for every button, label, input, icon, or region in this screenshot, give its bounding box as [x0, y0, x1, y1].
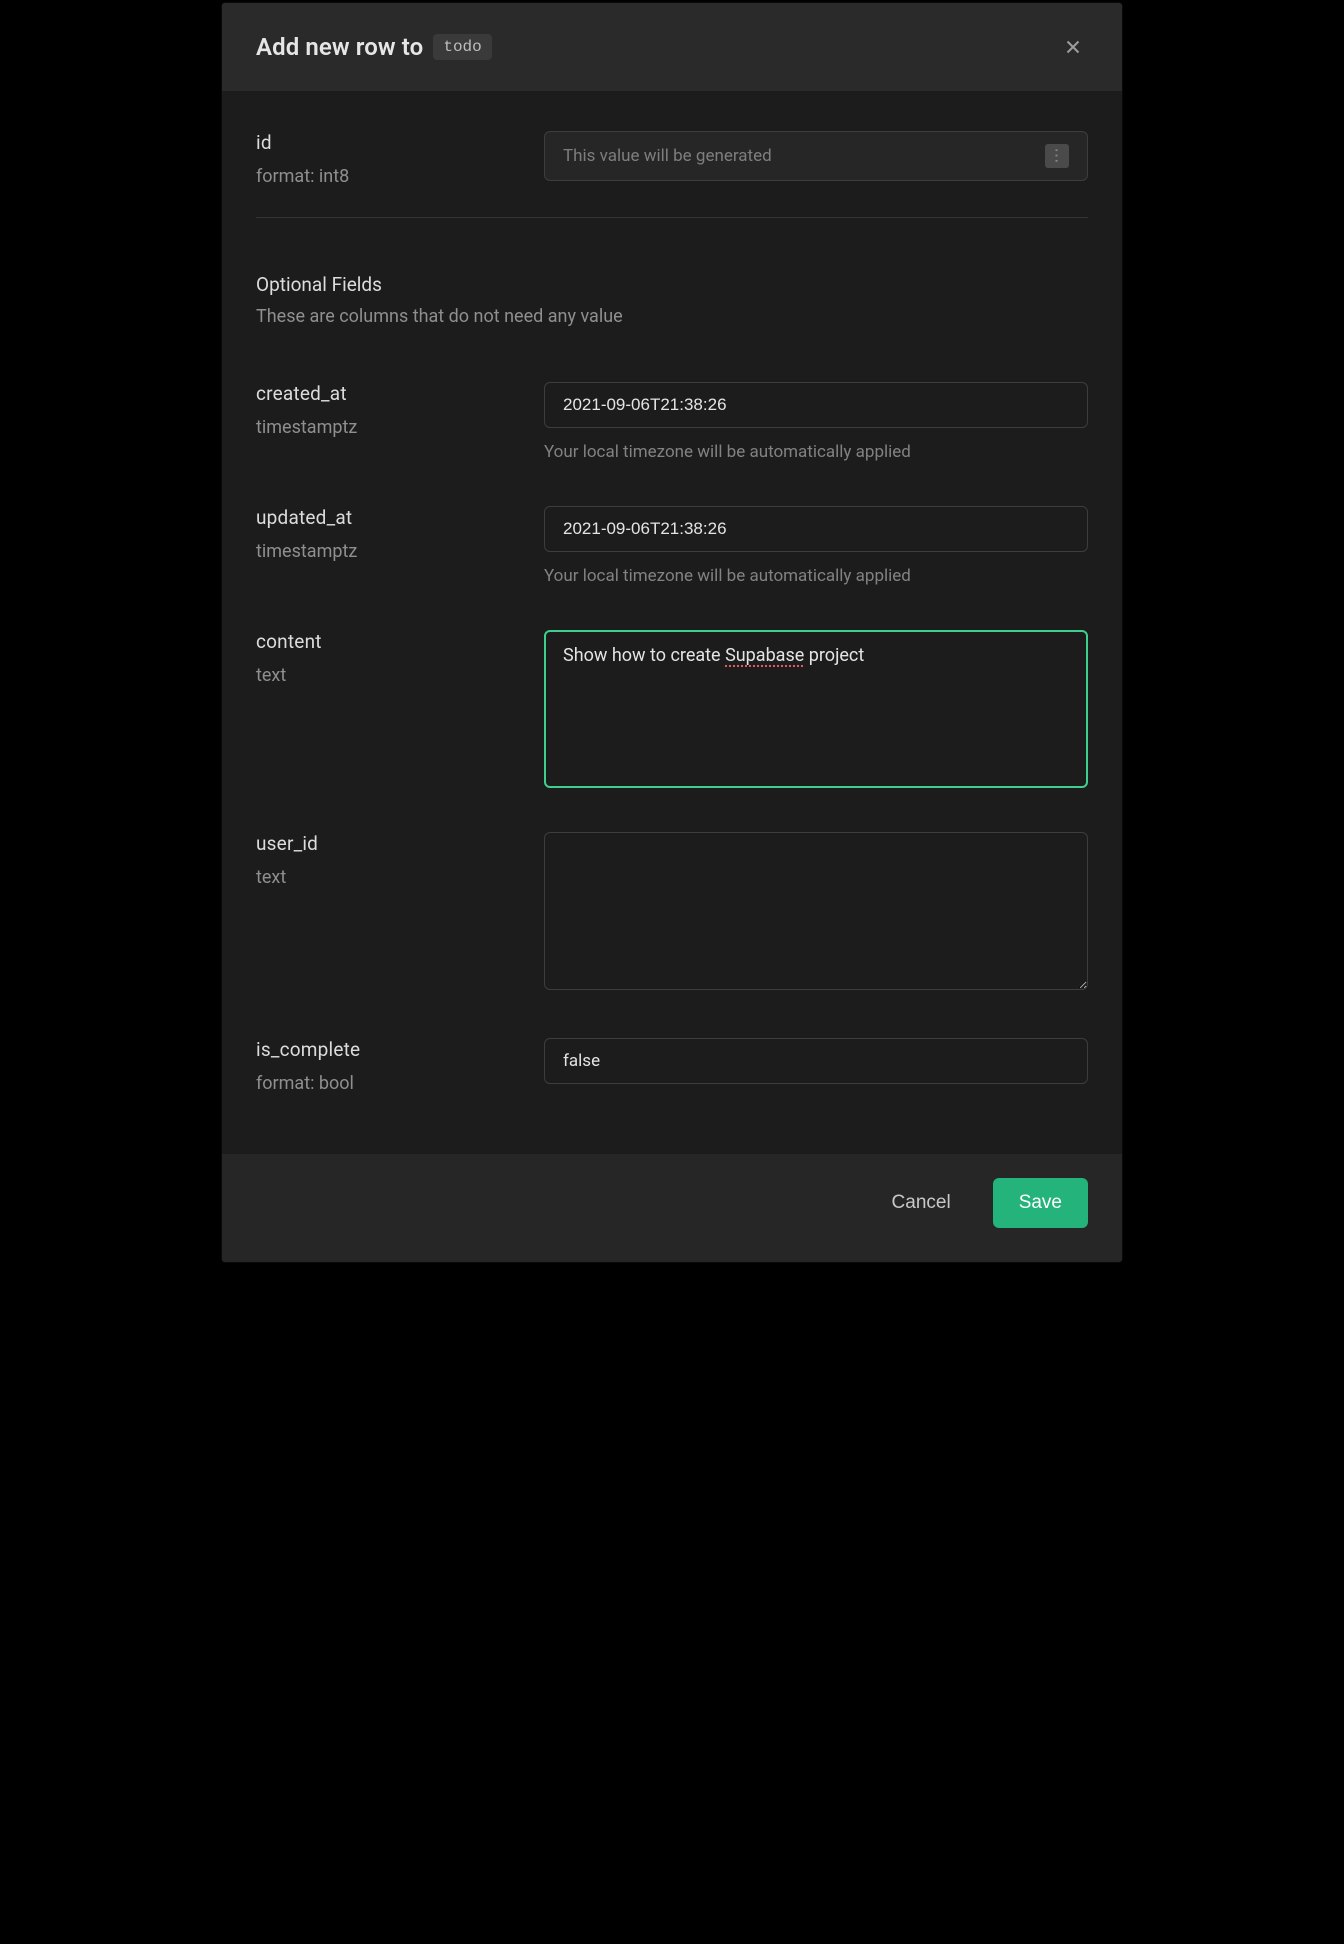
field-name-user-id: user_id: [256, 832, 514, 855]
created-at-input[interactable]: [544, 382, 1088, 428]
field-input-col: Your local timezone will be automaticall…: [544, 506, 1088, 586]
field-input-col: false: [544, 1038, 1088, 1094]
save-button[interactable]: Save: [993, 1178, 1088, 1228]
optional-section-title: Optional Fields: [256, 273, 1088, 296]
field-format-id: format: int8: [256, 166, 514, 187]
id-generated-input: This value will be generated: [544, 131, 1088, 181]
table-name-chip: todo: [433, 34, 491, 60]
modal-title: Add new row to: [256, 33, 423, 61]
field-row-user-id: user_id text: [256, 832, 1088, 994]
add-row-modal: Add new row to todo id format: int8 This…: [221, 2, 1123, 1263]
updated-at-input[interactable]: [544, 506, 1088, 552]
content-text-marked: Supabase: [725, 645, 804, 666]
field-format-is-complete: format: bool: [256, 1073, 514, 1094]
content-text-post: project: [804, 645, 864, 666]
field-row-created-at: created_at timestamptz Your local timezo…: [256, 382, 1088, 462]
created-at-helper: Your local timezone will be automaticall…: [544, 442, 1088, 462]
field-label-col: updated_at timestamptz: [256, 506, 514, 586]
field-type-updated-at: timestamptz: [256, 541, 514, 562]
field-label-col: user_id text: [256, 832, 514, 994]
optional-section-subtitle: These are columns that do not need any v…: [256, 306, 1088, 327]
modal-body: id format: int8 This value will be gener…: [222, 91, 1122, 1154]
field-row-updated-at: updated_at timestamptz Your local timezo…: [256, 506, 1088, 586]
field-input-col: Your local timezone will be automaticall…: [544, 382, 1088, 462]
content-text-pre: Show how to create: [563, 645, 725, 666]
close-button[interactable]: [1058, 32, 1088, 62]
divider: [256, 217, 1088, 218]
field-input-col: Show how to create Supabase project: [544, 630, 1088, 788]
cancel-button[interactable]: Cancel: [886, 1182, 957, 1224]
modal-footer: Cancel Save: [222, 1154, 1122, 1262]
close-icon: [1062, 36, 1084, 58]
modal-header: Add new row to todo: [222, 3, 1122, 91]
field-name-updated-at: updated_at: [256, 506, 514, 529]
id-placeholder: This value will be generated: [563, 146, 772, 166]
field-row-is-complete: is_complete format: bool false: [256, 1038, 1088, 1094]
field-name-id: id: [256, 131, 514, 154]
field-name-created-at: created_at: [256, 382, 514, 405]
user-id-textarea[interactable]: [544, 832, 1088, 990]
field-type-created-at: timestamptz: [256, 417, 514, 438]
id-action-icon[interactable]: [1045, 144, 1069, 168]
field-input-col: [544, 832, 1088, 994]
field-row-content: content text Show how to create Supabase…: [256, 630, 1088, 788]
field-name-is-complete: is_complete: [256, 1038, 514, 1061]
is-complete-value: false: [563, 1051, 600, 1071]
field-row-id: id format: int8 This value will be gener…: [256, 131, 1088, 187]
field-label-col: is_complete format: bool: [256, 1038, 514, 1094]
field-name-content: content: [256, 630, 514, 653]
field-label-col: id format: int8: [256, 131, 514, 187]
updated-at-helper: Your local timezone will be automaticall…: [544, 566, 1088, 586]
field-input-col: This value will be generated: [544, 131, 1088, 187]
field-type-content: text: [256, 665, 514, 686]
content-textarea[interactable]: Show how to create Supabase project: [544, 630, 1088, 788]
is-complete-select[interactable]: false: [544, 1038, 1088, 1084]
field-label-col: created_at timestamptz: [256, 382, 514, 462]
modal-title-group: Add new row to todo: [256, 33, 492, 61]
field-label-col: content text: [256, 630, 514, 788]
field-type-user-id: text: [256, 867, 514, 888]
